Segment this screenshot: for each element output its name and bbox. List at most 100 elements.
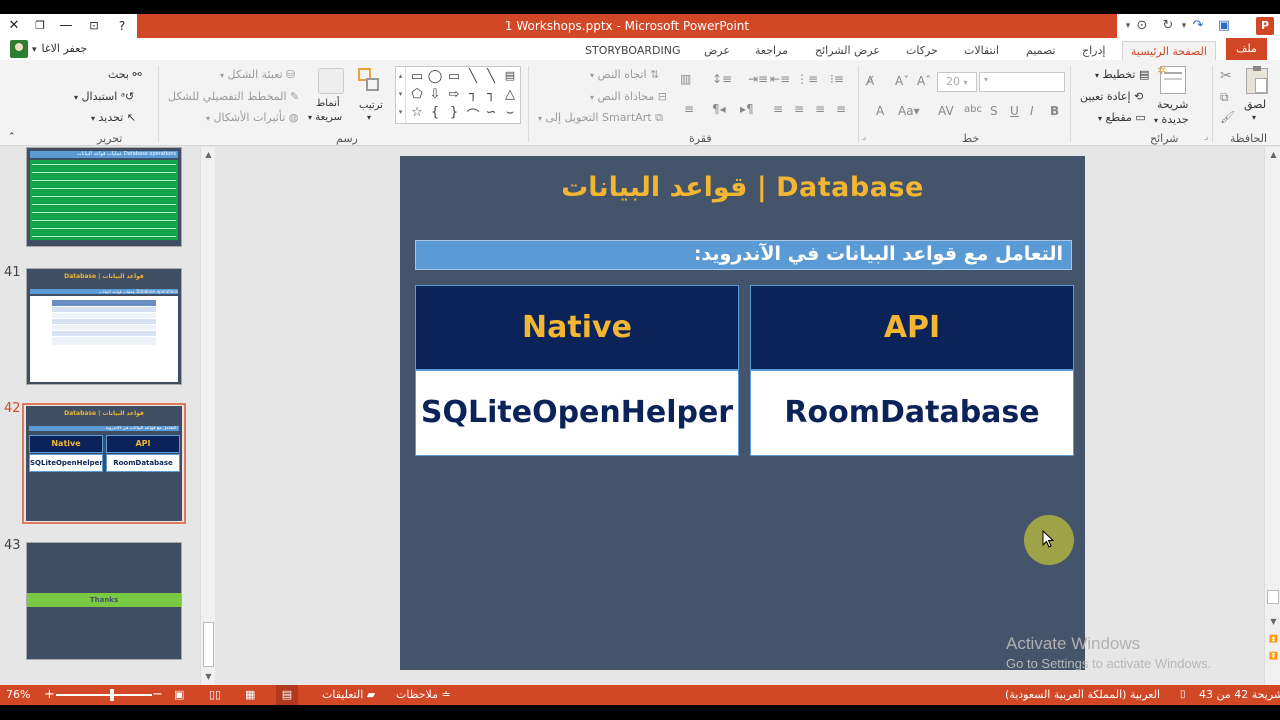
connector-shape-icon[interactable]: ┐ (464, 87, 482, 102)
slide[interactable]: قواعد البيانات | Database التعامل مع قوا… (400, 156, 1085, 670)
zoom-slider-knob[interactable] (110, 689, 114, 701)
star-shape-icon[interactable]: ☆ (408, 105, 426, 120)
paste-chevron-icon[interactable]: ▾ (1252, 113, 1256, 122)
curve-shape-icon[interactable]: ∽ (482, 105, 500, 120)
font-size-field[interactable]: 20 ▾ (937, 72, 977, 92)
shape-fill-button[interactable]: ▾ تعبئة الشكل ⛁ (220, 68, 295, 81)
indent-icon[interactable]: ⇥≡ (748, 72, 768, 86)
slide-sorter-icon[interactable]: ▦ (245, 685, 255, 705)
triangle-shape-icon[interactable]: △ (501, 87, 519, 102)
scroll-down-icon[interactable]: ▼ (1269, 617, 1278, 626)
zoom-level[interactable]: 76% (6, 685, 30, 705)
tab-design[interactable]: تصميم (1026, 41, 1056, 60)
font-name-field[interactable]: ▾ (979, 72, 1065, 92)
numbering-icon[interactable]: ⋮≡ (796, 72, 818, 86)
comments-button[interactable]: التعليقات ▰ (322, 685, 375, 705)
curve-shape-icon[interactable]: ⌒ (464, 105, 482, 124)
underline-icon[interactable]: U (1010, 104, 1019, 118)
replace-button[interactable]: ▾ استبدال ᵃ↺ (74, 90, 134, 103)
freeform-shape-icon[interactable]: ⬠ (408, 87, 426, 102)
down-arrow-shape-icon[interactable]: ⇩ (426, 87, 444, 102)
increase-font-icon[interactable]: Aˆ (917, 74, 931, 88)
close-icon[interactable]: ✕ (4, 16, 24, 36)
user-account[interactable]: ▾ جعفر الاغا (10, 40, 87, 58)
shapes-gallery[interactable]: ▭ ◯ ▭ ╲ ╲ ▤ ⬠ ⇩ ⇨ ┐ ┐ △ ☆ { } ⌒ ∽ ⌣ ▴ ▾ ▾ (395, 66, 521, 124)
minimize-icon[interactable]: — (56, 16, 76, 36)
paragraph-launcher-icon[interactable]: ⌟ (862, 132, 866, 142)
help-icon[interactable]: ? (112, 16, 132, 36)
zoom-slider[interactable] (56, 694, 152, 696)
collapse-ribbon-icon[interactable]: ⌃ (8, 132, 16, 142)
oval-shape-icon[interactable]: ◯ (426, 69, 444, 84)
scroll-down-icon[interactable]: ▼ (204, 672, 213, 681)
tab-animations[interactable]: حركات (906, 41, 938, 60)
normal-view-icon[interactable]: ▤ (276, 685, 298, 705)
reset-button[interactable]: إعادة تعيين ⟲ (1080, 90, 1143, 103)
quick-styles-button[interactable]: ▾ سريعة (308, 112, 342, 123)
slide-thumbnail[interactable]: Thanks (26, 542, 182, 660)
arrange-chevron-icon[interactable]: ▾ (367, 113, 371, 122)
line-shape-icon[interactable]: ╲ (482, 69, 500, 84)
tab-review[interactable]: مراجعة (755, 41, 788, 60)
layout-button[interactable]: ▾ تخطيط ▤ (1095, 68, 1149, 81)
right-arrow-shape-icon[interactable]: ⇨ (445, 87, 463, 102)
scroll-up-icon[interactable]: ▲ (204, 150, 213, 159)
character-spacing-icon[interactable]: AV (938, 104, 954, 118)
copy-icon[interactable]: ⧉ (1220, 90, 1229, 105)
strikethrough-icon[interactable]: abc (964, 104, 982, 115)
bold-icon[interactable]: B (1050, 104, 1059, 118)
find-button[interactable]: بحث ⚯ (108, 68, 142, 81)
slideshow-view-icon[interactable]: ▣ (174, 685, 184, 705)
connector-shape-icon[interactable]: ┐ (482, 87, 500, 102)
text-direction-button[interactable]: ▾ اتجاه النص ⇅ (590, 68, 659, 81)
smartart-button[interactable]: ▾ التحويل إلى SmartArt ⧉ (538, 111, 663, 125)
notes-button[interactable]: ملاحظات ≐ (396, 685, 451, 705)
scrollbar-thumb[interactable] (1267, 590, 1279, 604)
decrease-font-icon[interactable]: Aˇ (895, 74, 909, 88)
textbox-shape-icon[interactable]: ▤ (501, 69, 519, 82)
save-icon[interactable]: ▣ (1215, 17, 1233, 35)
align-text-button[interactable]: ▾ محاذاة النص ⊟ (590, 90, 667, 103)
tab-view[interactable]: عرض (704, 41, 730, 60)
brace-shape-icon[interactable]: } (445, 105, 463, 120)
tab-file[interactable]: ملف (1226, 38, 1267, 60)
reading-view-icon[interactable]: ▯▯ (209, 685, 221, 705)
ribbon-display-icon[interactable]: ⊡ (84, 16, 104, 36)
language-indicator[interactable]: العربية (المملكة العربية السعودية) (1005, 685, 1160, 705)
curve-shape-icon[interactable]: ⌣ (501, 105, 519, 120)
align-center-icon[interactable]: ≡ (794, 102, 804, 116)
change-case-icon[interactable]: Aa▾ (898, 104, 920, 118)
line-shape-icon[interactable]: ╲ (464, 69, 482, 84)
select-button[interactable]: ▾ تحديد ↖ (91, 111, 136, 124)
slide-thumbnail[interactable]: عمليات قواعد البيانات Database operation… (26, 147, 182, 247)
align-justify-icon[interactable]: ≡ (836, 102, 846, 116)
gallery-scroll[interactable]: ▴ ▾ ▾ (396, 67, 406, 123)
format-painter-icon[interactable]: 🖌 (1220, 110, 1235, 124)
tab-transitions[interactable]: انتقالات (964, 41, 999, 60)
present-icon[interactable]: ⊙ (1133, 17, 1151, 35)
scrollbar-thumb[interactable] (203, 622, 214, 667)
slide-title[interactable]: قواعد البيانات | Database (400, 172, 1085, 203)
new-slide-button[interactable]: ▾ جديدة (1154, 113, 1189, 126)
section-button[interactable]: ▾ مقطع ▭ (1098, 111, 1146, 124)
cut-icon[interactable]: ✂ (1220, 68, 1232, 84)
clear-format-icon[interactable]: A̸ (866, 74, 874, 88)
tab-home[interactable]: الصفحة الرئيسية (1122, 41, 1216, 60)
shape-outline-button[interactable]: المخطط التفصيلي للشكل ✎ (168, 90, 299, 103)
spelling-check-icon[interactable]: ▯ (1180, 685, 1186, 705)
italic-icon[interactable]: I (1030, 104, 1034, 118)
zoom-out-icon[interactable]: − (152, 685, 163, 705)
slide-thumbnail[interactable]: Database | قواعد البيانات عمليات قواعد ا… (26, 268, 182, 385)
undo-icon[interactable]: ↷ (1189, 17, 1207, 35)
next-slide-icon[interactable]: ⏬ (1269, 652, 1278, 660)
scroll-up-icon[interactable]: ▲ (1269, 150, 1278, 159)
font-color-icon[interactable]: A (876, 104, 884, 118)
justify-icon[interactable]: ≡ (684, 102, 694, 116)
slide-thumbnail-selected[interactable]: Database | قواعد البيانات التعامل مع قوا… (26, 406, 182, 521)
bullets-icon[interactable]: ⁝≡ (830, 72, 844, 86)
rectangle-shape-icon[interactable]: ▭ (445, 69, 463, 84)
slides-launcher-icon[interactable]: ⌟ (1204, 132, 1208, 142)
previous-slide-icon[interactable]: ⏫ (1269, 635, 1278, 643)
new-slide-icon[interactable]: ✲ (1157, 64, 1186, 94)
tab-slideshow[interactable]: عرض الشرائح (815, 41, 880, 60)
